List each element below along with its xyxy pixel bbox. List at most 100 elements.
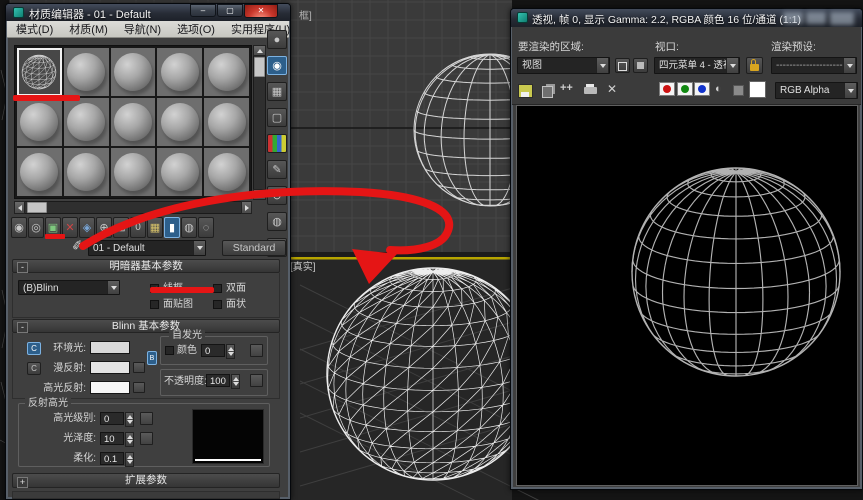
channel-dropdown-arrow[interactable] bbox=[844, 83, 856, 98]
sample-type-sphere-icon[interactable]: ● bbox=[267, 30, 287, 49]
minimize-button-blurred[interactable] bbox=[783, 12, 803, 24]
expand-icon[interactable]: + bbox=[17, 477, 28, 488]
material-name-dropdown[interactable]: 01 - Default bbox=[88, 240, 206, 256]
rollout-blinn-basic[interactable]: Blinn 基本参数 - bbox=[12, 319, 280, 333]
put-material-to-scene-icon[interactable]: ◎ bbox=[28, 217, 44, 238]
scroll-left-button[interactable] bbox=[14, 201, 25, 214]
sample-slot[interactable] bbox=[17, 148, 62, 196]
scroll-down-button[interactable] bbox=[253, 189, 266, 200]
close-button[interactable]: ✕ bbox=[244, 4, 278, 18]
preset-dropdown-arrow[interactable] bbox=[843, 58, 855, 73]
collapse-icon[interactable]: - bbox=[17, 262, 28, 273]
lock-maps-icon[interactable]: B bbox=[147, 351, 157, 365]
scroll-up-button[interactable] bbox=[253, 45, 266, 56]
sample-slot[interactable] bbox=[157, 48, 202, 96]
edit-region-button[interactable] bbox=[615, 58, 630, 73]
two-sided-checkbox[interactable] bbox=[213, 284, 222, 293]
assign-material-to-selection-icon[interactable]: ▣ bbox=[45, 217, 61, 238]
glossiness-map-button[interactable] bbox=[140, 432, 153, 445]
go-to-parent-icon[interactable]: ◍ bbox=[181, 217, 197, 238]
opacity-spinner[interactable]: 100 bbox=[206, 374, 230, 387]
make-material-copy-icon[interactable]: ◈ bbox=[79, 217, 95, 238]
sample-ui-options-icon[interactable]: ▢ bbox=[267, 108, 287, 127]
glossiness-arrows[interactable] bbox=[125, 432, 134, 447]
backlight-icon[interactable]: ◉ bbox=[267, 56, 287, 75]
soften-spinner[interactable]: 0.1 bbox=[100, 452, 124, 465]
green-channel-button[interactable] bbox=[677, 82, 693, 96]
ambient-color-swatch[interactable] bbox=[90, 341, 130, 354]
menu-material[interactable]: 材质(M) bbox=[69, 21, 108, 37]
sample-slot[interactable] bbox=[204, 148, 249, 196]
blue-channel-button[interactable] bbox=[694, 82, 710, 96]
clone-rendered-frame-icon[interactable]: ++ bbox=[560, 82, 573, 94]
collapse-icon[interactable]: - bbox=[17, 322, 28, 333]
show-map-in-viewport-icon[interactable]: ▦ bbox=[147, 217, 163, 238]
sample-slot[interactable] bbox=[111, 48, 156, 96]
area-dropdown-arrow[interactable] bbox=[596, 58, 608, 73]
close-button-blurred[interactable] bbox=[830, 12, 854, 25]
sample-hscrollbar[interactable] bbox=[14, 201, 252, 214]
sample-slot[interactable] bbox=[64, 48, 109, 96]
put-to-library-icon[interactable]: ⊞ bbox=[113, 217, 129, 238]
self-illum-spinner-arrows[interactable] bbox=[226, 344, 235, 359]
specular-level-map-button[interactable] bbox=[140, 412, 153, 425]
color-swatch[interactable] bbox=[749, 81, 766, 98]
options-icon[interactable]: ⊙ bbox=[267, 186, 287, 205]
diffuse-color-swatch[interactable] bbox=[90, 361, 130, 374]
opacity-map-button[interactable] bbox=[250, 374, 263, 387]
material-name-dropdown-arrow[interactable] bbox=[193, 241, 205, 255]
sample-slot[interactable] bbox=[157, 98, 202, 146]
face-map-checkbox[interactable] bbox=[150, 300, 159, 309]
wireframe-checkbox[interactable]: ✓ bbox=[150, 284, 159, 293]
menu-options[interactable]: 选项(O) bbox=[177, 21, 215, 37]
rollout-shader-basic[interactable]: 明暗器基本参数 - bbox=[12, 259, 280, 273]
specular-level-spinner[interactable]: 0 bbox=[100, 412, 124, 425]
select-by-material-icon[interactable]: ◍ bbox=[267, 212, 287, 231]
viewport-dropdown-arrow[interactable] bbox=[726, 58, 738, 73]
shader-dropdown-arrow[interactable] bbox=[107, 281, 119, 294]
shader-type-dropdown[interactable]: (B)Blinn bbox=[18, 280, 120, 295]
clear-image-icon[interactable]: ✕ bbox=[607, 82, 617, 96]
specular-level-arrows[interactable] bbox=[125, 412, 134, 427]
video-color-check-icon[interactable] bbox=[267, 134, 287, 153]
print-image-icon[interactable] bbox=[584, 87, 597, 94]
sample-slot[interactable] bbox=[111, 98, 156, 146]
red-channel-button[interactable] bbox=[659, 82, 675, 96]
sample-slot[interactable] bbox=[111, 148, 156, 196]
sample-slot[interactable] bbox=[17, 98, 62, 146]
sample-slot[interactable] bbox=[204, 98, 249, 146]
sample-slot-selected[interactable] bbox=[17, 48, 62, 96]
copy-image-icon[interactable] bbox=[542, 86, 553, 98]
go-forward-sibling-icon[interactable]: ◌ bbox=[198, 217, 214, 238]
auto-region-button[interactable] bbox=[633, 58, 648, 73]
glossiness-spinner[interactable]: 10 bbox=[100, 432, 124, 445]
sample-slot[interactable] bbox=[64, 148, 109, 196]
menu-navigation[interactable]: 导航(N) bbox=[124, 21, 161, 37]
alpha-channel-icon[interactable] bbox=[733, 85, 744, 96]
rollout-extended-params[interactable]: 扩展参数 + bbox=[12, 473, 280, 488]
self-illum-spinner[interactable]: 0 bbox=[201, 344, 225, 357]
self-illum-map-button[interactable] bbox=[250, 344, 263, 357]
sample-slot[interactable] bbox=[157, 148, 202, 196]
diffuse-map-button[interactable] bbox=[133, 362, 145, 373]
lock-viewport-icon[interactable] bbox=[746, 57, 763, 74]
specular-color-swatch[interactable] bbox=[90, 381, 130, 394]
minimize-button[interactable]: ‒ bbox=[190, 4, 216, 17]
show-end-result-icon[interactable]: ▮ bbox=[164, 217, 180, 238]
make-unique-icon[interactable]: ⊕ bbox=[96, 217, 112, 238]
make-preview-icon[interactable]: ✎ bbox=[267, 160, 287, 179]
save-image-icon[interactable] bbox=[518, 84, 533, 98]
faceted-checkbox[interactable] bbox=[213, 300, 222, 309]
maximize-button[interactable]: ▢ bbox=[217, 4, 243, 17]
specular-map-button[interactable] bbox=[133, 382, 145, 393]
sample-slot[interactable] bbox=[204, 48, 249, 96]
monochrome-icon[interactable]: ◐ bbox=[715, 83, 722, 95]
material-type-button[interactable]: Standard bbox=[222, 240, 286, 256]
material-id-channel-icon[interactable]: 0 bbox=[130, 217, 146, 238]
get-material-icon[interactable]: ◉ bbox=[11, 217, 27, 238]
reset-map-icon[interactable]: ✕ bbox=[62, 217, 78, 238]
sample-slot[interactable] bbox=[64, 98, 109, 146]
opacity-spinner-arrows[interactable] bbox=[231, 374, 240, 389]
menu-mode[interactable]: 模式(D) bbox=[16, 21, 53, 37]
hscroll-thumb[interactable] bbox=[27, 202, 47, 213]
